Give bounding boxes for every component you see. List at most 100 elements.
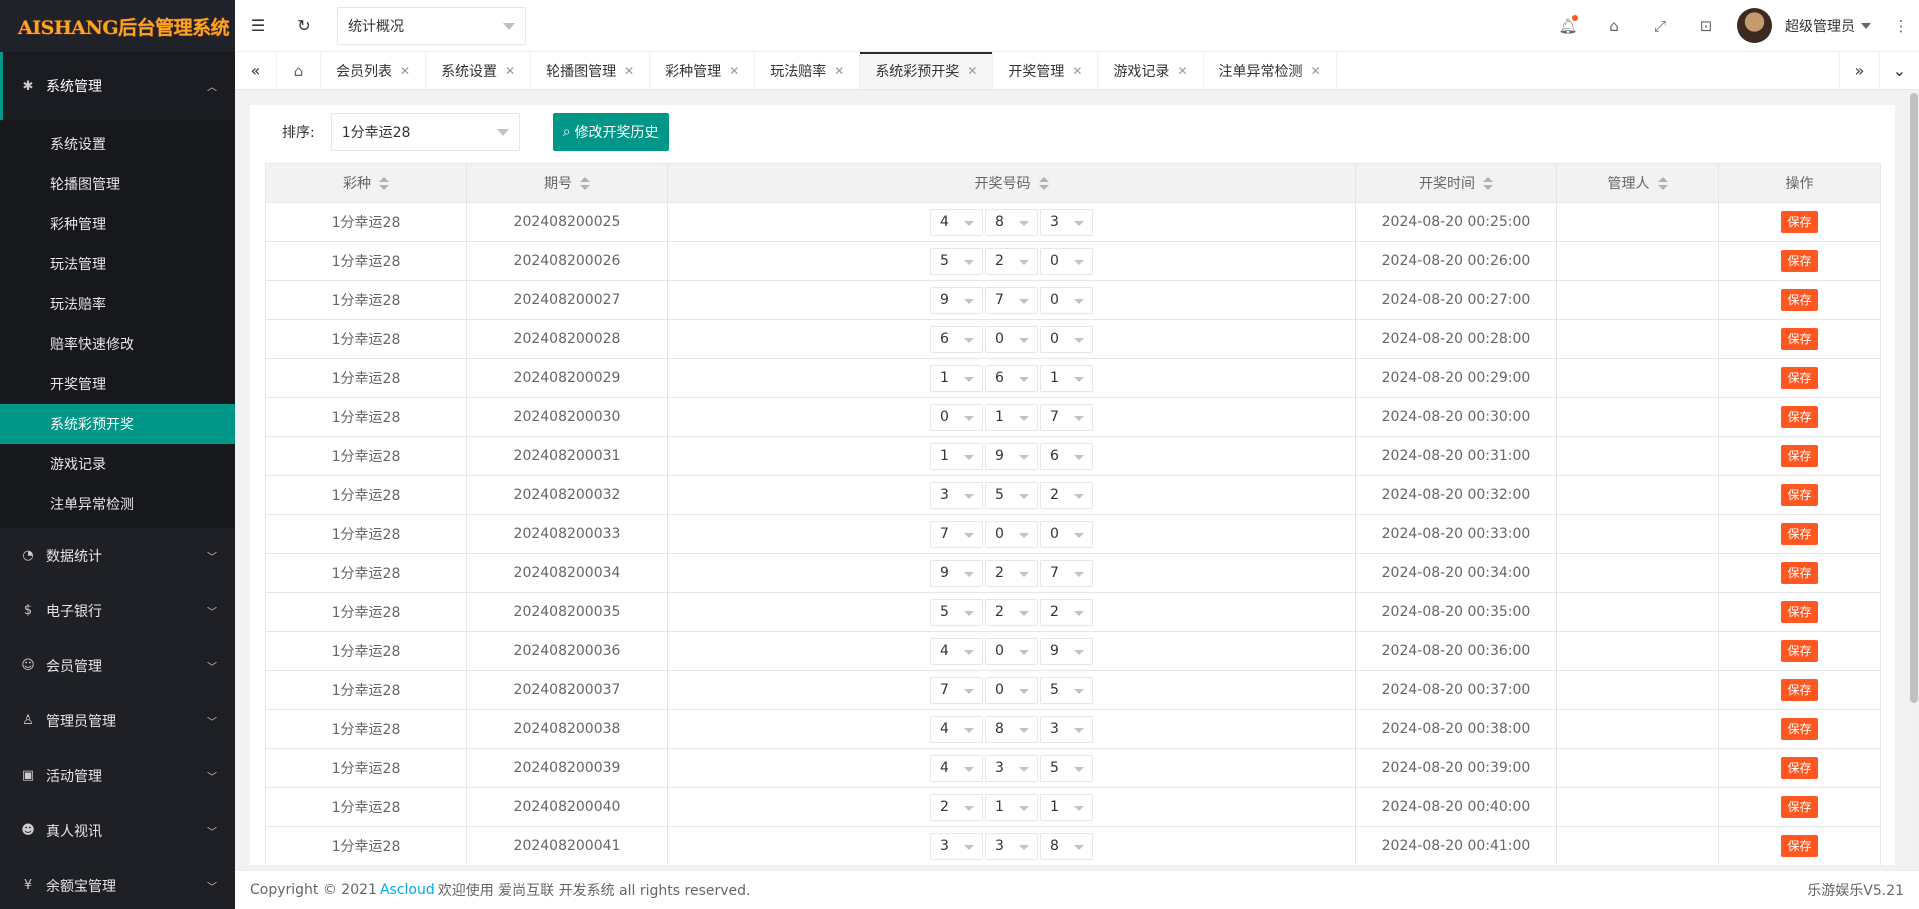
tab-8[interactable]: 注单异常检测 ✕ (1204, 52, 1337, 89)
number-select[interactable]: 0 (1040, 247, 1093, 275)
number-select[interactable]: 2 (1040, 598, 1093, 626)
number-select[interactable]: 5 (1040, 754, 1093, 782)
number-select[interactable]: 3 (985, 832, 1038, 860)
number-select[interactable]: 1 (985, 793, 1038, 821)
sidebar-item-5[interactable]: 赔率快速修改 (0, 324, 235, 364)
sidebar-item-4[interactable]: 玩法赔率 (0, 284, 235, 324)
number-select[interactable]: 3 (1040, 715, 1093, 743)
save-button[interactable]: 保存 (1781, 796, 1818, 818)
sidebar-item-2[interactable]: 彩种管理 (0, 204, 235, 244)
tab-0[interactable]: 会员列表 ✕ (321, 52, 427, 89)
sort-icon[interactable] (580, 177, 590, 191)
number-select[interactable]: 8 (985, 715, 1038, 743)
number-select[interactable]: 1 (985, 403, 1038, 431)
tag-icon[interactable]: ⌂ (1591, 0, 1637, 52)
number-select[interactable]: 0 (1040, 325, 1093, 353)
sidebar-item-9[interactable]: 注单异常检测 (0, 484, 235, 524)
save-button[interactable]: 保存 (1781, 406, 1818, 428)
number-select[interactable]: 2 (1040, 481, 1093, 509)
bell-icon[interactable]: 🔔︎ (1545, 0, 1591, 52)
number-select[interactable]: 1 (1040, 793, 1093, 821)
save-button[interactable]: 保存 (1781, 367, 1818, 389)
scrollbar[interactable] (1909, 90, 1919, 863)
save-button[interactable]: 保存 (1781, 562, 1818, 584)
save-button[interactable]: 保存 (1781, 601, 1818, 623)
number-select[interactable]: 0 (1040, 520, 1093, 548)
tab-5[interactable]: 系统彩预开奖 ✕ (860, 52, 994, 89)
save-button[interactable]: 保存 (1781, 484, 1818, 506)
number-select[interactable]: 4 (930, 637, 983, 665)
save-button[interactable]: 保存 (1781, 835, 1818, 857)
menu-group-6[interactable]: ¥ 余额宝管理 ﹀ (0, 858, 235, 909)
close-icon[interactable]: ✕ (624, 64, 634, 78)
number-select[interactable]: 4 (930, 208, 983, 236)
save-button[interactable]: 保存 (1781, 523, 1818, 545)
tab-7[interactable]: 游戏记录 ✕ (1098, 52, 1204, 89)
close-icon[interactable]: ✕ (1311, 64, 1321, 78)
save-button[interactable]: 保存 (1781, 718, 1818, 740)
number-select[interactable]: 2 (985, 559, 1038, 587)
sidebar-item-8[interactable]: 游戏记录 (0, 444, 235, 484)
number-select[interactable]: 1 (930, 364, 983, 392)
number-select[interactable]: 0 (930, 403, 983, 431)
lock-icon[interactable]: ⊡ (1683, 0, 1729, 52)
tab-3[interactable]: 彩种管理 ✕ (650, 52, 756, 89)
tab-6[interactable]: 开奖管理 ✕ (993, 52, 1099, 89)
col-admin[interactable]: 管理人 (1556, 163, 1719, 203)
logo[interactable]: AISHANG后台管理系统 (0, 0, 235, 52)
save-button[interactable]: 保存 (1781, 679, 1818, 701)
close-icon[interactable]: ✕ (1072, 64, 1082, 78)
refresh-icon[interactable]: ↻ (281, 0, 327, 52)
save-button[interactable]: 保存 (1781, 211, 1818, 233)
save-button[interactable]: 保存 (1781, 289, 1818, 311)
number-select[interactable]: 1 (930, 442, 983, 470)
number-select[interactable]: 6 (930, 325, 983, 353)
number-select[interactable]: 5 (985, 481, 1038, 509)
stats-select[interactable]: 统计概况 (337, 6, 526, 45)
number-select[interactable]: 3 (1040, 208, 1093, 236)
close-icon[interactable]: ✕ (400, 64, 410, 78)
number-select[interactable]: 3 (930, 832, 983, 860)
col-numbers[interactable]: 开奖号码 (667, 163, 1356, 203)
number-select[interactable]: 0 (985, 637, 1038, 665)
sidebar-item-1[interactable]: 轮播图管理 (0, 164, 235, 204)
number-select[interactable]: 9 (1040, 637, 1093, 665)
number-select[interactable]: 7 (930, 676, 983, 704)
fullscreen-icon[interactable]: ⤢ (1637, 0, 1683, 52)
menu-group-5[interactable]: ☻ 真人视讯 ﹀ (0, 803, 235, 858)
menu-group-2[interactable]: ☺ 会员管理 ﹀ (0, 638, 235, 693)
close-icon[interactable]: ✕ (834, 64, 844, 78)
number-select[interactable]: 3 (930, 481, 983, 509)
number-select[interactable]: 5 (930, 598, 983, 626)
number-select[interactable]: 0 (985, 520, 1038, 548)
tab-4[interactable]: 玩法赔率 ✕ (755, 52, 861, 89)
sidebar-item-6[interactable]: 开奖管理 (0, 364, 235, 404)
number-select[interactable]: 3 (985, 754, 1038, 782)
number-select[interactable]: 2 (985, 247, 1038, 275)
save-button[interactable]: 保存 (1781, 757, 1818, 779)
number-select[interactable]: 9 (930, 559, 983, 587)
sort-icon[interactable] (1483, 177, 1493, 191)
collapse-menu-icon[interactable]: ☰ (235, 0, 281, 52)
number-select[interactable]: 5 (1040, 676, 1093, 704)
number-select[interactable]: 2 (930, 793, 983, 821)
scrollbar-thumb[interactable] (1910, 93, 1918, 703)
number-select[interactable]: 9 (985, 442, 1038, 470)
number-select[interactable]: 2 (985, 598, 1038, 626)
menu-system-management[interactable]: ✱ 系统管理 ︿ (0, 52, 235, 120)
menu-group-0[interactable]: ◔ 数据统计 ﹀ (0, 528, 235, 583)
col-time[interactable]: 开奖时间 (1355, 163, 1557, 203)
sort-select[interactable]: 1分幸运28 (330, 113, 520, 151)
number-select[interactable]: 6 (1040, 442, 1093, 470)
number-select[interactable]: 7 (1040, 403, 1093, 431)
sort-icon[interactable] (1038, 177, 1049, 191)
number-select[interactable]: 4 (930, 715, 983, 743)
save-button[interactable]: 保存 (1781, 250, 1818, 272)
more-vertical-icon[interactable]: ⋮ (1883, 0, 1919, 52)
close-icon[interactable]: ✕ (729, 64, 739, 78)
number-select[interactable]: 8 (985, 208, 1038, 236)
number-select[interactable]: 0 (985, 676, 1038, 704)
number-select[interactable]: 0 (985, 325, 1038, 353)
close-icon[interactable]: ✕ (1177, 64, 1187, 78)
tabs-scroll-right-icon[interactable]: » (1839, 52, 1879, 89)
